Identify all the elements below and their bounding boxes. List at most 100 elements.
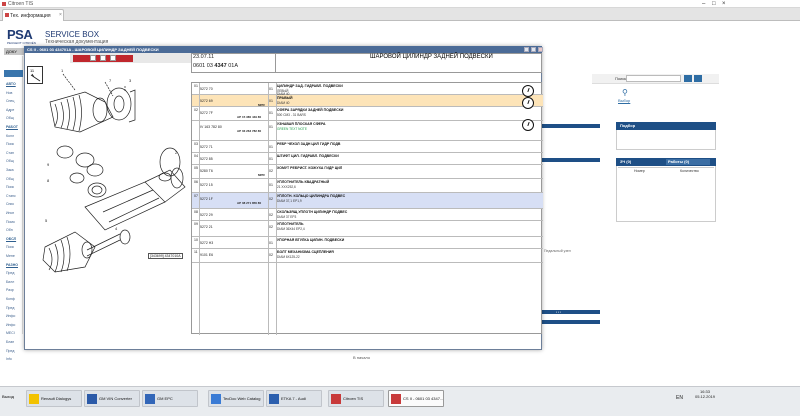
clock[interactable]: 16:33 05.12.2019 <box>695 389 715 399</box>
taskbar-item[interactable]: Citroen TIS <box>328 390 384 407</box>
close-button[interactable]: × <box>722 1 726 7</box>
left-nav-item[interactable]: Помо <box>6 220 15 224</box>
left-nav-item[interactable]: Общ <box>6 159 14 163</box>
tab-close-icon[interactable]: × <box>59 12 62 18</box>
table-row[interactable]: IV 163 782 80 01 УЗНАВАЯ ПЛОСКАЯ СФЕРА GREE… <box>192 121 543 141</box>
psa-logo-subtitle: PEUGEOT CITROËN <box>7 41 36 45</box>
left-nav-item[interactable]: Обп <box>6 228 13 232</box>
select-link[interactable]: Выбор <box>618 98 630 103</box>
maximize-button[interactable]: □ <box>712 1 716 7</box>
left-nav-item[interactable]: Пред <box>6 349 14 353</box>
language-indicator[interactable]: EN <box>676 395 683 401</box>
back-to-top-link[interactable]: В начало <box>353 355 370 360</box>
left-nav-item[interactable]: Конф <box>6 297 15 301</box>
row-number: 05 <box>194 166 198 170</box>
app-icon <box>29 394 39 404</box>
window-minimize-button[interactable] <box>524 47 529 52</box>
part-description: ПРАВЫЙ <box>277 96 293 100</box>
exploded-diagram: 1 7 3 9 8 5 4 2 <box>25 62 191 334</box>
window-maximize-button[interactable] <box>531 47 536 52</box>
pedal-unit-link[interactable]: Педальный узел <box>544 249 571 253</box>
search-input[interactable] <box>626 75 681 82</box>
table-row[interactable]: 5272 69 01 ПРАВЫЙ DIAM 40 MPR <box>192 95 543 107</box>
left-nav-item[interactable]: Билл <box>6 280 14 284</box>
menu-doc[interactable]: ДОКУ <box>6 49 17 54</box>
app-icon <box>145 394 155 404</box>
left-nav-item[interactable]: Адре <box>6 108 14 112</box>
quantity: 02 <box>269 197 273 201</box>
left-nav-item[interactable]: Инфо <box>6 314 15 318</box>
taskbar-item[interactable]: CS II - 0601 03 4347... <box>388 390 444 407</box>
window-title-bar: Citroen TIS – □ × <box>0 0 800 8</box>
table-row[interactable]: 02 5272 7F 01 СФЕРА ЗАРЯДКИ ЗАДНЕЙ ПОДВЕСКИ… <box>192 107 543 121</box>
table-row[interactable]: 09 5272 21 02 УПЛОТНИТЕЛЬ DIAM 36X44 EP2,4 <box>192 221 543 237</box>
time-estimate-icon[interactable] <box>522 119 534 131</box>
table-row[interactable]: 04 5272 85 01 ШТИФТ ЦИЛ. ГИДРАВЛ. ПОДВЕСКИ <box>192 153 543 165</box>
left-nav-item[interactable]: Спец <box>6 99 14 103</box>
part-number: 5272 7F <box>200 111 213 115</box>
taskbar-item[interactable]: ETKA 7 - Audi <box>266 390 322 407</box>
left-nav-item[interactable]: Пред <box>6 306 14 310</box>
part-number: 5280 T6 <box>200 169 213 173</box>
left-nav-item[interactable]: Info <box>6 357 12 361</box>
tab-works[interactable]: Работы (0) <box>666 159 710 165</box>
left-nav-item[interactable]: Поис <box>6 142 14 146</box>
left-nav-item[interactable]: Поис <box>6 185 14 189</box>
taskbar-item[interactable]: Renault Dialogys <box>26 390 82 407</box>
left-nav-item[interactable]: Мене <box>6 254 15 258</box>
left-nav-item[interactable]: Инфо <box>6 323 15 327</box>
search-options-button[interactable] <box>694 75 702 82</box>
tab-parts[interactable]: ЗЧ (0) <box>618 159 662 165</box>
thumbnail-11[interactable]: 11 <box>27 66 43 84</box>
part-note: 21 XXX252,6 <box>277 184 296 189</box>
part-description: СКОЛЬЗЯЩ УПЛОТН ЦИЛИНДР ПОДВЕС <box>277 210 348 214</box>
left-nav-item[interactable]: Пред <box>6 271 14 275</box>
left-nav-item[interactable]: ОБСЛ <box>6 237 16 241</box>
select-car-icon[interactable]: ⚲ <box>622 88 628 97</box>
table-row[interactable]: 11 9101 E6 02 БОЛТ МЕХАНИЗМА СЦЕПЛЕНИЯ DIAM … <box>192 249 543 263</box>
table-row[interactable]: 07 5272 1F 02 УПЛОТН. КОЛЬЦО ЦИЛИНДРА ПОДВЕ… <box>192 193 543 209</box>
left-nav-item[interactable]: Разр <box>6 288 14 292</box>
left-nav-item[interactable]: Спис <box>6 202 14 206</box>
left-nav-item[interactable]: Станс <box>6 194 16 198</box>
window-close-button[interactable] <box>538 47 543 52</box>
left-nav-item[interactable]: Общ <box>6 116 14 120</box>
table-row[interactable]: 01 5272 70 01 ЦИЛИНДР ЗАД. ГИДРАВЛ. ПОДВЕСК… <box>192 83 543 96</box>
left-nav-item[interactable]: РАБОТ <box>6 125 18 129</box>
start-button[interactable]: Выход <box>2 394 22 404</box>
left-nav-item[interactable]: MECI <box>6 331 15 335</box>
psa-logo: PSA <box>7 27 33 42</box>
left-nav-item[interactable]: Стан <box>6 151 14 155</box>
table-row[interactable]: 03 5272 71 01 РЕБР ЧЕХОЛ ЗАДН ЦИЛ ГИДР ПОДВ <box>192 141 543 153</box>
table-row[interactable]: 10 5272 H3 01 УПОРНАЯ ВТУЛКА ЦИЛИН. ПОДВЕСК… <box>192 237 543 249</box>
time-estimate-icon[interactable] <box>522 85 534 97</box>
table-row[interactable]: 05 5280 T6 02 ХОМУТ РЕБРИСТ. КОЖУХА ГИДР ЦИ… <box>192 165 543 179</box>
part-note: DIAM 36X44 EP2,4 <box>277 226 305 231</box>
left-nav-item[interactable]: Общ <box>6 177 14 181</box>
left-nav-item[interactable]: Блан <box>6 340 14 344</box>
quantity: 01 <box>269 157 273 161</box>
time-estimate-icon[interactable] <box>522 97 534 109</box>
part-number: 5272 21 <box>200 225 213 229</box>
quantity: 02 <box>269 213 273 217</box>
taskbar-item[interactable]: GM EPC <box>142 390 198 407</box>
search-button[interactable] <box>684 75 692 82</box>
table-row[interactable]: 08 5272 29 02 СКОЛЬЗЯЩ УПЛОТН ЦИЛИНДР ПОДВЕ… <box>192 209 543 221</box>
left-nav-item[interactable]: РАЗНО <box>6 263 18 267</box>
minimize-button[interactable]: – <box>702 1 705 7</box>
quantity: 01 <box>269 87 273 91</box>
zoom-icon[interactable] <box>100 55 106 61</box>
tab-tech-info[interactable]: Тех. информация × <box>2 9 64 21</box>
left-nav-item[interactable]: Поис <box>6 245 14 249</box>
left-nav-item[interactable]: Нов <box>6 91 12 95</box>
left-nav-item[interactable]: АВТО <box>6 82 16 86</box>
left-nav-item[interactable]: Инсп <box>6 211 14 215</box>
taskbar-item[interactable]: TecDoc Web Catalog <box>208 390 264 407</box>
table-row[interactable]: 06 5272 15 01 УПЛОТНИТЕЛЬ КВАДРАТНЫЙ 21 XXX2… <box>192 179 543 193</box>
left-nav-item[interactable]: Зака <box>6 168 14 172</box>
left-nav-item[interactable]: Колл <box>6 134 14 138</box>
taskbar-item[interactable]: GM VIN Converter <box>84 390 140 407</box>
save-icon[interactable] <box>110 55 116 61</box>
print-icon[interactable] <box>90 55 96 61</box>
thumbnail-label: 11 <box>30 68 35 73</box>
